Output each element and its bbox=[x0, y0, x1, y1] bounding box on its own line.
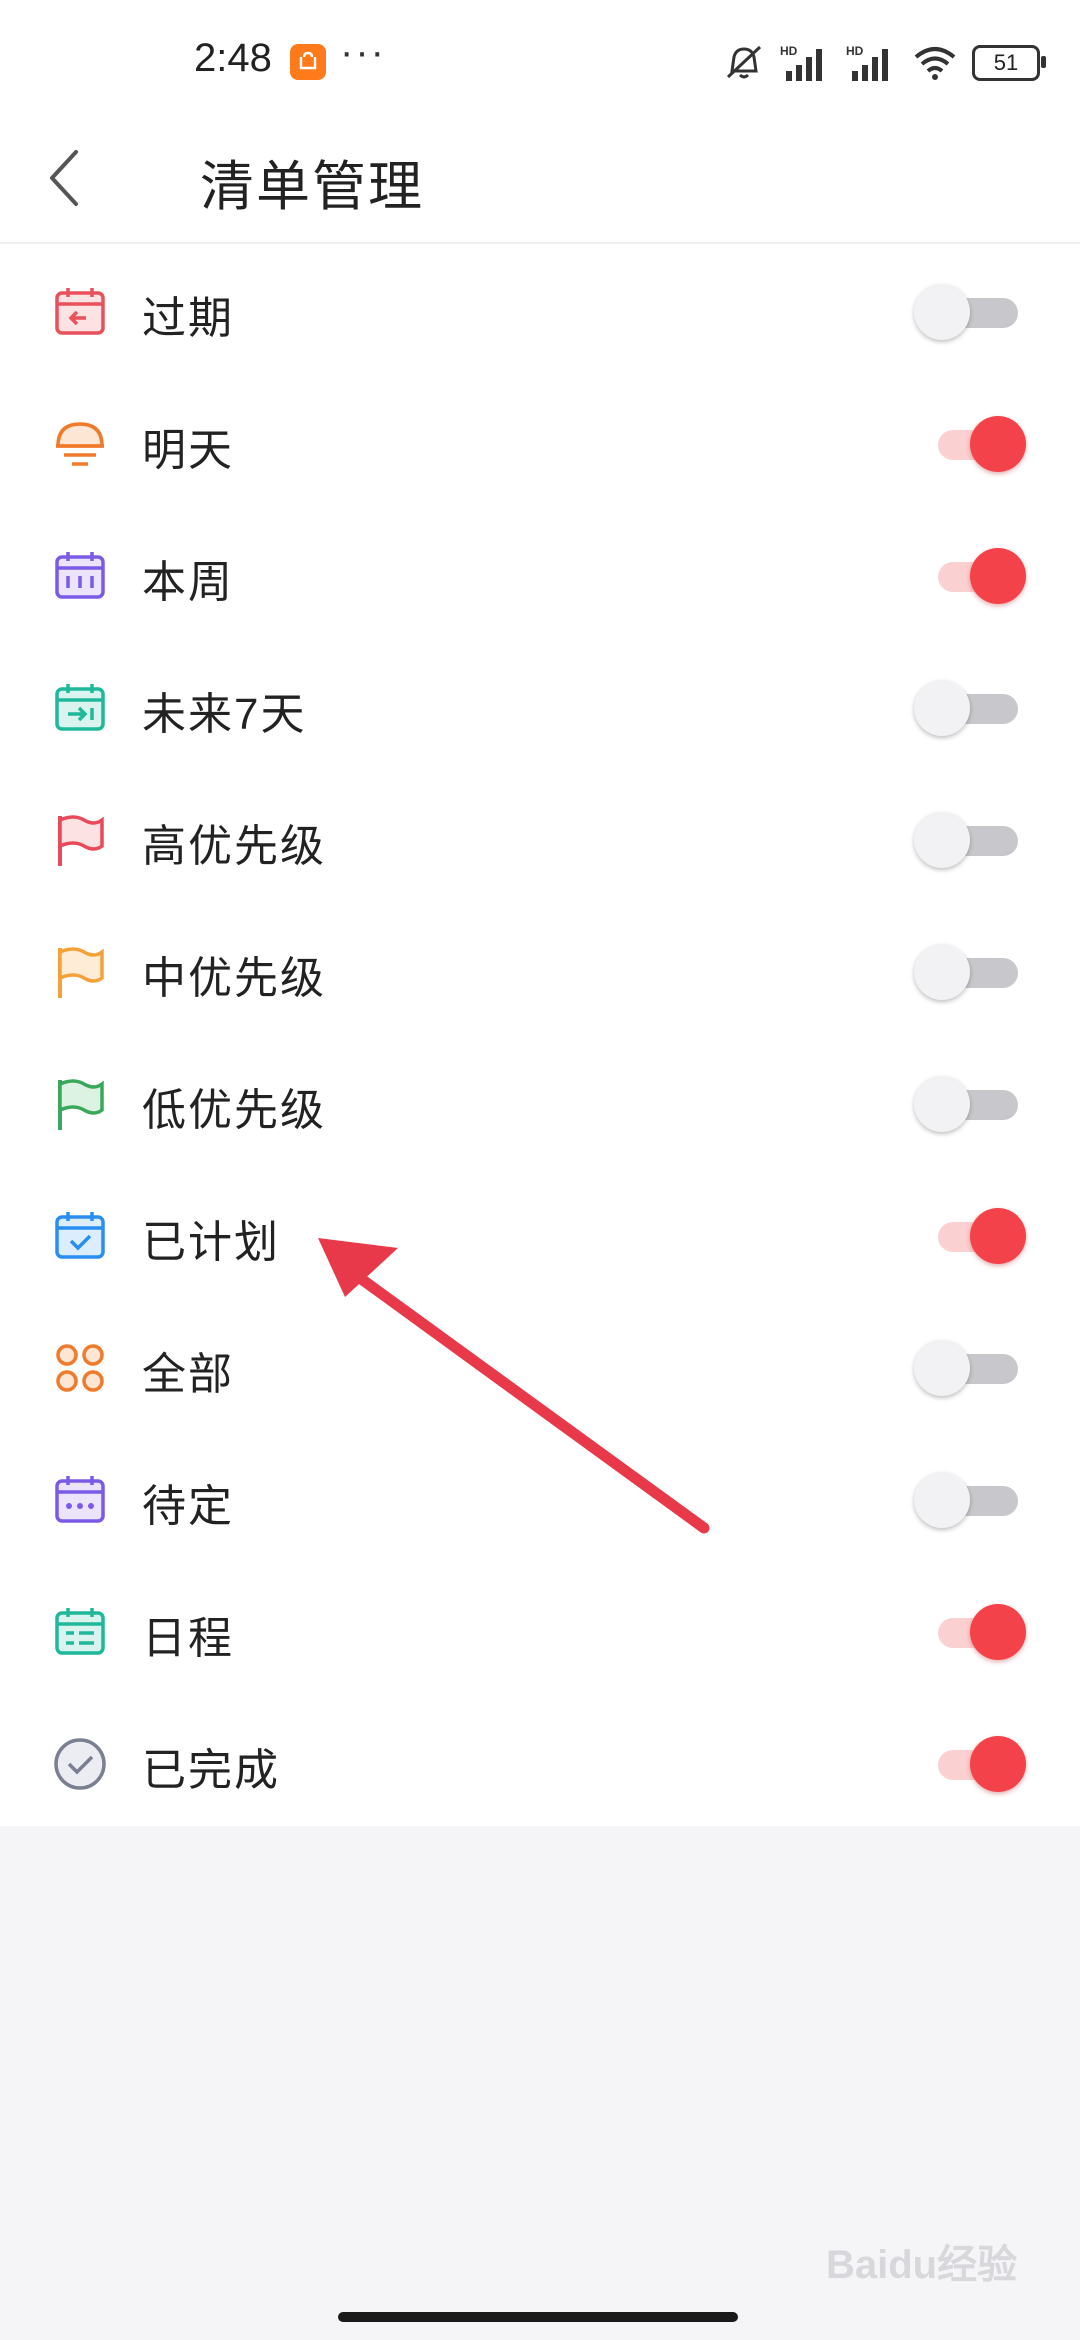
mute-icon bbox=[726, 45, 762, 79]
flag-icon bbox=[58, 815, 104, 866]
status-icons: HD HD 51 bbox=[722, 38, 1046, 88]
more-notifications-icon: ··· bbox=[340, 30, 386, 74]
header: 清单管理 bbox=[0, 120, 1080, 244]
calendar-list-icon bbox=[55, 1608, 105, 1655]
item-label: 未来7天 bbox=[142, 690, 307, 739]
toggle-switch[interactable] bbox=[914, 680, 1034, 736]
toggle-switch[interactable] bbox=[914, 1736, 1034, 1792]
flag-icon bbox=[58, 947, 104, 998]
item-label: 本周 bbox=[142, 558, 234, 607]
taobao-app-icon bbox=[290, 44, 326, 80]
item-label: 全部 bbox=[142, 1350, 234, 1399]
list-item-high-priority: 高优先级 bbox=[0, 772, 1080, 904]
calendar-dots-icon bbox=[55, 1476, 105, 1523]
list-item-overdue: 过期 bbox=[0, 244, 1080, 376]
list-item-all: 全部 bbox=[0, 1300, 1080, 1432]
item-label: 日程 bbox=[142, 1614, 234, 1663]
list-item-medium-priority: 中优先级 bbox=[0, 904, 1080, 1036]
calendar-next-icon bbox=[55, 684, 105, 731]
status-time: 2:48 bbox=[194, 36, 272, 80]
status-bar: 2:48 ··· HD HD 51 bbox=[0, 0, 1080, 120]
calendar-week-icon bbox=[55, 552, 105, 599]
signal-hd-icon: HD bbox=[780, 44, 822, 81]
item-label: 已计划 bbox=[142, 1218, 280, 1267]
list-item-this-week: 本周 bbox=[0, 508, 1080, 640]
svg-text:HD: HD bbox=[846, 44, 864, 58]
chevron-left-icon bbox=[50, 150, 78, 206]
item-label: 中优先级 bbox=[142, 954, 326, 1003]
toggle-switch[interactable] bbox=[914, 1208, 1034, 1264]
item-label: 明天 bbox=[142, 426, 234, 475]
list-item-completed: 已完成 bbox=[0, 1696, 1080, 1828]
toggle-switch[interactable] bbox=[914, 1604, 1034, 1660]
page-title: 清单管理 bbox=[200, 157, 424, 217]
back-button[interactable] bbox=[44, 140, 84, 216]
watermark: Baidu经验 bbox=[826, 2243, 1018, 2287]
list-item-next-7-days: 未来7天 bbox=[0, 640, 1080, 772]
list-item-tomorrow: 明天 bbox=[0, 376, 1080, 508]
toggle-switch[interactable] bbox=[914, 1076, 1034, 1132]
svg-text:HD: HD bbox=[780, 44, 798, 58]
list-item-low-priority: 低优先级 bbox=[0, 1036, 1080, 1168]
signal-hd-icon: HD bbox=[846, 44, 888, 81]
wifi-icon bbox=[914, 47, 956, 80]
item-label: 待定 bbox=[142, 1482, 234, 1531]
flag-icon bbox=[58, 1079, 104, 1130]
grid-circles-icon bbox=[56, 1344, 104, 1392]
item-label: 低优先级 bbox=[142, 1086, 326, 1135]
list-item-schedule: 日程 bbox=[0, 1564, 1080, 1696]
list-settings: 过期 明天 本周 未来7天 高优先级 中优先级 低优先级 已计划 全部 待定 日… bbox=[0, 244, 1080, 1826]
item-label: 已完成 bbox=[142, 1746, 280, 1795]
calendar-back-icon bbox=[55, 288, 105, 335]
toggle-switch[interactable] bbox=[914, 1340, 1034, 1396]
toggle-switch[interactable] bbox=[914, 416, 1034, 472]
toggle-switch[interactable] bbox=[914, 548, 1034, 604]
list-item-pending: 待定 bbox=[0, 1432, 1080, 1564]
battery-icon: 51 bbox=[972, 45, 1046, 81]
toggle-switch[interactable] bbox=[914, 1472, 1034, 1528]
toggle-switch[interactable] bbox=[914, 812, 1034, 868]
sun-icon bbox=[56, 422, 104, 466]
calendar-check-icon bbox=[55, 1212, 105, 1259]
list-item-scheduled: 已计划 bbox=[0, 1168, 1080, 1300]
toggle-switch[interactable] bbox=[914, 284, 1034, 340]
item-label: 过期 bbox=[142, 294, 234, 343]
item-label: 高优先级 bbox=[142, 822, 326, 871]
toggle-switch[interactable] bbox=[914, 944, 1034, 1000]
check-circle-icon bbox=[54, 1738, 106, 1790]
home-indicator[interactable] bbox=[338, 2312, 738, 2322]
